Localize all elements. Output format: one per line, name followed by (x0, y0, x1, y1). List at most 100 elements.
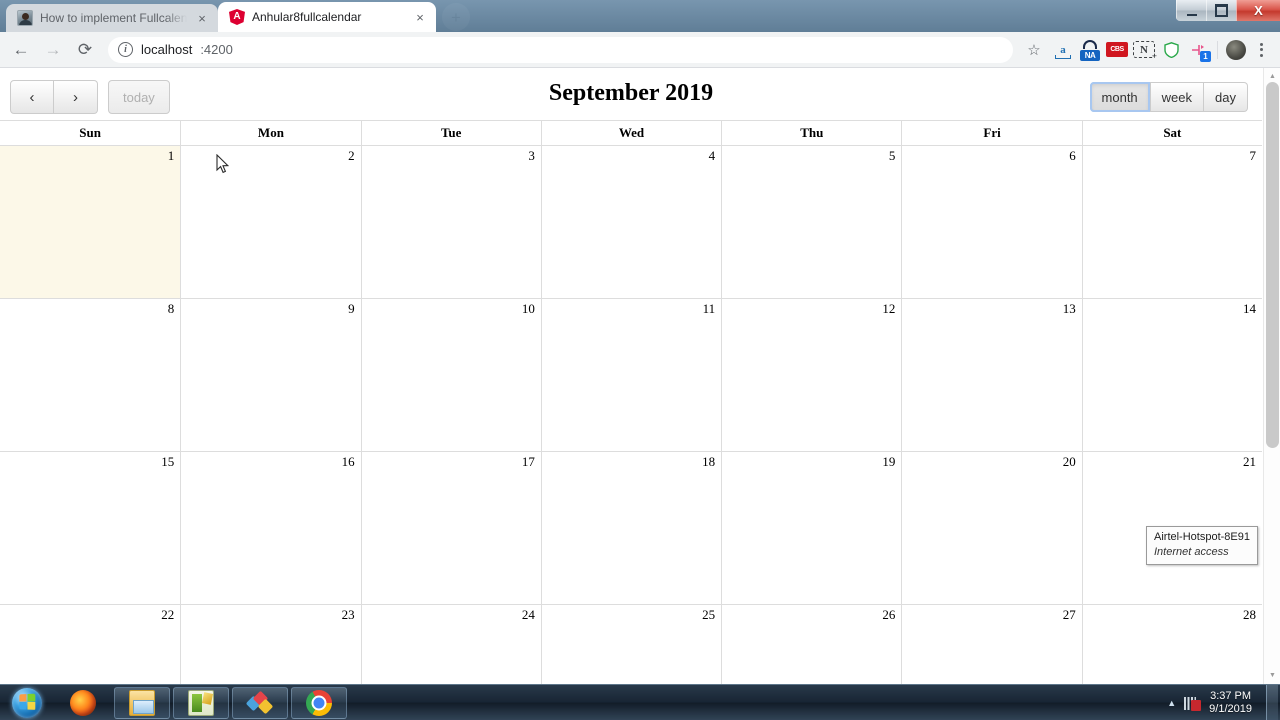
scrollbar-thumb[interactable] (1266, 82, 1279, 448)
day-number: 13 (1062, 301, 1076, 316)
address-bar-port: :4200 (200, 42, 233, 57)
calendar-day-cell[interactable]: 12 (721, 299, 902, 451)
amazon-assistant-icon[interactable]: a (1052, 39, 1074, 61)
chrome-icon (306, 689, 332, 716)
calendar-day-cell[interactable]: 8 (0, 299, 181, 451)
bookmark-star-icon[interactable]: ☆ (1021, 37, 1047, 63)
forward-arrow-icon[interactable]: → (38, 35, 68, 65)
browser-tab-0[interactable]: How to implement Fullcalendar i × (6, 4, 218, 32)
calendar-day-cell[interactable]: 4 (540, 146, 722, 298)
cbs-icon[interactable]: CBS (1106, 42, 1128, 57)
calendar-day-cell[interactable]: 28 (1081, 605, 1262, 684)
calendar-day-cell[interactable]: 25 (540, 605, 722, 684)
calendar-week-row: 1 2 3 4 5 6 7 (0, 146, 1262, 299)
calendar-day-cell[interactable]: 9 (180, 299, 361, 451)
chrome-browser-window: How to implement Fullcalendar i × A Anhu… (0, 0, 1280, 684)
calendar-day-headers: Sun Mon Tue Wed Thu Fri Sat (0, 120, 1262, 146)
adguard-shield-icon[interactable] (1160, 39, 1182, 61)
view-week-button[interactable]: week (1149, 82, 1205, 112)
site-info-icon[interactable]: i (118, 42, 133, 57)
show-hidden-icons-icon[interactable]: ▲ (1167, 698, 1176, 708)
notepadpp-icon (188, 689, 214, 716)
calendar-day-cell[interactable]: 18 (540, 452, 722, 604)
calendar-day-cell[interactable]: 14 (1081, 299, 1262, 451)
minimize-button[interactable] (1176, 0, 1206, 21)
browser-tab-title: How to implement Fullcalendar i (40, 11, 187, 25)
day-header-fri: Fri (901, 121, 1081, 145)
calendar-day-cell[interactable]: 20 (901, 452, 1082, 604)
day-number: 18 (702, 454, 716, 469)
page-scrollbar[interactable]: ▲ ▼ (1263, 68, 1280, 684)
calendar-day-cell[interactable]: 2 (180, 146, 361, 298)
taskbar-item-explorer[interactable] (114, 686, 170, 719)
headphones-glyph (1083, 39, 1097, 49)
close-window-button[interactable]: X (1236, 0, 1280, 21)
fullcalendar-app: ‹ › today September 2019 month week day (0, 68, 1262, 684)
paint-icon (245, 690, 274, 716)
scroll-down-icon[interactable]: ▼ (1264, 667, 1280, 684)
calendar-day-cell[interactable]: 24 (360, 605, 541, 684)
tab-close-icon[interactable]: × (194, 10, 210, 26)
calendar-day-cell[interactable]: 13 (901, 299, 1082, 451)
show-desktop-button[interactable] (1266, 684, 1278, 720)
calendar-weeks: 1 2 3 4 5 6 7 8 9 10 11 12 13 14 15 16 1… (0, 146, 1262, 684)
calendar-day-cell[interactable]: 27 (901, 605, 1082, 684)
view-day-button[interactable]: day (1204, 82, 1248, 112)
day-number: 27 (1062, 607, 1076, 622)
view-month-button[interactable]: month (1089, 82, 1150, 112)
calendar-toolbar: ‹ › today September 2019 month week day (0, 68, 1262, 120)
calendar-day-cell[interactable]: 22 (0, 605, 181, 684)
day-header-sun: Sun (79, 125, 101, 140)
clock-time: 3:37 PM (1210, 689, 1252, 702)
profile-avatar[interactable] (1226, 39, 1246, 60)
reload-icon[interactable]: ⟳ (70, 35, 100, 65)
chrome-menu-icon[interactable] (1250, 37, 1272, 63)
browser-tab-title: Anhular8fullcalendar (252, 10, 362, 24)
calendar-day-cell[interactable]: 6 (901, 146, 1082, 298)
calendar-day-cell[interactable]: 5 (721, 146, 902, 298)
taskbar-clock[interactable]: 3:37 PM 9/1/2019 (1209, 690, 1258, 716)
day-number: 10 (521, 301, 535, 316)
next-month-button[interactable]: › (54, 80, 98, 114)
taskbar-item-firefox[interactable] (55, 687, 111, 719)
maximize-button[interactable] (1206, 0, 1236, 21)
calendar-day-cell[interactable]: 26 (721, 605, 902, 684)
day-number: 11 (702, 301, 716, 316)
calendar-day-cell[interactable]: 1 (0, 146, 181, 298)
today-button[interactable]: today (108, 80, 170, 114)
day-number: 21 (1243, 454, 1256, 469)
link-clump-icon[interactable]: 1 (1187, 39, 1211, 62)
day-header-mon: Mon (180, 121, 360, 145)
taskbar-item-notepadpp[interactable] (173, 686, 229, 719)
day-number: 25 (702, 607, 716, 622)
calendar-day-cell[interactable]: 7 (1081, 146, 1262, 298)
day-number: 19 (882, 454, 896, 469)
link-clump-badge: 1 (1200, 50, 1211, 62)
address-bar[interactable]: i localhost:4200 (108, 36, 1013, 63)
calendar-day-cell[interactable]: 23 (180, 605, 361, 684)
tooltip-line-2: Internet access (1154, 546, 1229, 558)
calendar-day-cell[interactable]: 3 (360, 146, 541, 298)
calendar-view-switcher: month week day (1089, 82, 1248, 112)
calendar-day-cell[interactable]: 17 (360, 452, 541, 604)
day-number: 8 (167, 301, 175, 316)
calendar-day-cell[interactable]: 16 (180, 452, 361, 604)
taskbar-item-paint[interactable] (232, 686, 288, 719)
network-tooltip: Airtel-Hotspot-8E91 Internet access (1146, 526, 1258, 565)
notion-clipper-icon[interactable]: N (1133, 41, 1157, 61)
netflix-party-icon[interactable]: NA (1079, 39, 1101, 61)
network-warning-glyph (1191, 700, 1202, 711)
calendar-day-cell[interactable]: 15 (0, 452, 181, 604)
calendar-day-cell[interactable]: 10 (360, 299, 541, 451)
start-button[interactable] (2, 686, 52, 720)
calendar-day-cell[interactable]: 19 (721, 452, 902, 604)
browser-tab-1[interactable]: A Anhular8fullcalendar × (218, 2, 436, 32)
calendar-day-cell[interactable]: 11 (540, 299, 722, 451)
back-arrow-icon[interactable]: ← (6, 35, 36, 65)
taskbar-item-chrome[interactable] (291, 686, 347, 719)
tab-close-icon[interactable]: × (412, 9, 428, 25)
network-status-icon[interactable] (1184, 694, 1202, 711)
day-header-sat: Sat (1081, 121, 1262, 145)
browser-tab-strip: How to implement Fullcalendar i × A Anhu… (0, 0, 1280, 32)
prev-month-button[interactable]: ‹ (10, 80, 54, 114)
